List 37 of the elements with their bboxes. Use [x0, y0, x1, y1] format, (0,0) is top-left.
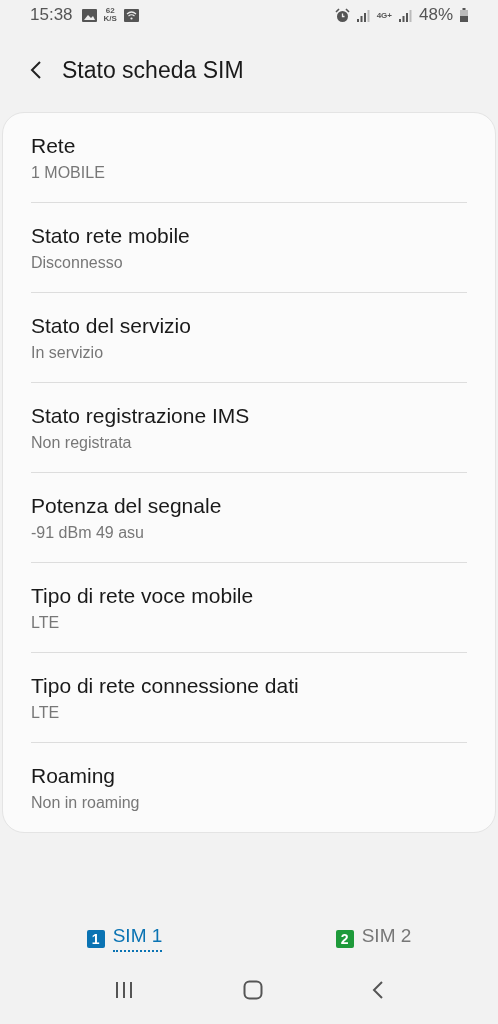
setting-title: Tipo di rete voce mobile: [31, 583, 255, 608]
recent-apps-icon[interactable]: [114, 981, 135, 999]
setting-value: In servizio: [31, 343, 105, 362]
signal-icon: [356, 8, 370, 22]
page-title: Stato scheda SIM: [62, 56, 244, 84]
setting-title: Roaming: [31, 763, 117, 788]
setting-value: LTE: [31, 703, 61, 722]
setting-title: Tipo di rete connessione dati: [31, 673, 300, 698]
battery-icon: [460, 8, 468, 22]
sim-tab[interactable]: 1 SIM 1: [0, 919, 249, 958]
wifi-icon: [123, 8, 139, 22]
clock: 15:38: [30, 5, 73, 25]
sim-tab[interactable]: 2 SIM 2: [249, 919, 498, 958]
sim-number-badge: 1: [86, 929, 105, 948]
setting-title: Stato del servizio: [31, 313, 192, 338]
battery-level: 48%: [418, 5, 453, 25]
home-icon[interactable]: [243, 980, 263, 1000]
signal-icon: [398, 8, 412, 22]
setting-title: Stato registrazione IMS: [31, 403, 251, 428]
tab-label: SIM 2: [361, 925, 412, 948]
setting-value: Non registrata: [31, 433, 133, 452]
back-button[interactable]: [30, 60, 42, 80]
network-speed: 62 K/S: [103, 7, 117, 23]
setting-title: Stato rete mobile: [31, 223, 191, 248]
alarm-icon: [334, 7, 350, 23]
setting-value: Non in roaming: [31, 793, 141, 812]
tab-label: SIM 1: [112, 925, 163, 952]
back-icon[interactable]: [371, 980, 384, 1000]
setting-value: LTE: [31, 613, 61, 632]
setting-value: 1 MOBILE: [31, 163, 106, 182]
setting-value: Disconnesso: [31, 253, 124, 272]
image-icon: [81, 8, 97, 22]
network-type: 4G+: [376, 10, 392, 20]
setting-value: -91 dBm 49 asu: [31, 523, 145, 542]
sim-number-badge: 2: [335, 929, 354, 948]
setting-title: Rete: [31, 133, 77, 158]
setting-title: Potenza del segnale: [31, 493, 223, 518]
